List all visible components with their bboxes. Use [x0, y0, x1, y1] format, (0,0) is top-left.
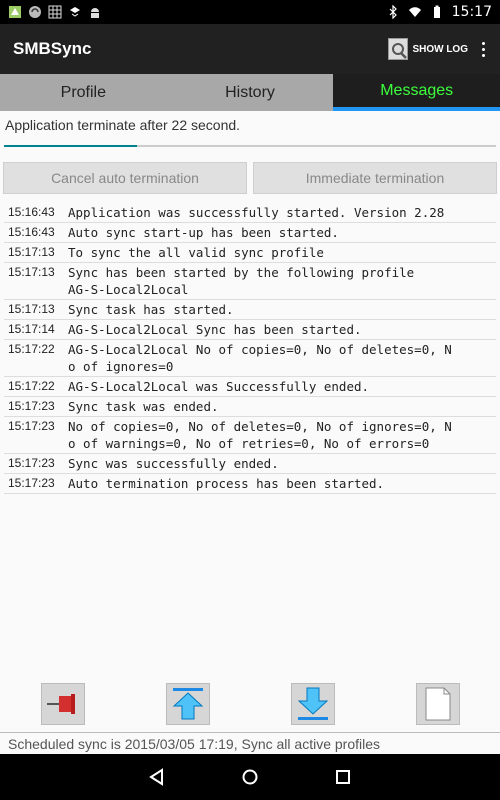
wifi-icon — [408, 7, 421, 17]
log-message: Sync has been started by the following p… — [68, 265, 415, 297]
log-time: 15:17:22 — [8, 342, 55, 356]
scroll-bottom-button[interactable] — [290, 683, 335, 725]
recents-button[interactable] — [331, 765, 355, 789]
log-row: 15:17:13 To sync the all valid sync profi… — [4, 243, 496, 263]
status-bar: 15:17 — [0, 0, 500, 24]
progress-fill — [4, 145, 137, 147]
android-icon — [91, 8, 99, 18]
log-time: 15:17:22 — [8, 379, 55, 393]
immediate-termination-button[interactable]: Immediate termination — [253, 162, 497, 194]
log-time: 15:17:23 — [8, 476, 55, 490]
log-message: Sync task was ended. — [68, 399, 219, 414]
log-row: 15:17:13 Sync task has started. — [4, 300, 496, 320]
blank-document-icon — [425, 687, 450, 721]
log-message: Sync was successfully ended. — [68, 456, 279, 471]
scroll-bottom-icon — [297, 687, 328, 720]
log-message: No of copies=0, No of deletes=0, No of i… — [68, 419, 452, 451]
sync-icon — [29, 6, 41, 18]
back-button[interactable] — [145, 765, 169, 789]
log-time: 15:17:23 — [8, 419, 55, 433]
home-button[interactable] — [238, 765, 262, 789]
termination-message: Application terminate after 22 second. — [5, 117, 241, 133]
log-message: Auto termination process has been starte… — [68, 476, 385, 491]
termination-buttons: Cancel auto termination Immediate termin… — [3, 162, 497, 194]
log-row: 15:16:43 Application was successfully sta… — [4, 203, 496, 223]
notification-icons — [0, 5, 102, 19]
log-row: 15:17:22 AG-S-Local2Local was Successfull… — [4, 377, 496, 397]
app-icon — [9, 6, 21, 18]
clock: 15:17 — [451, 4, 492, 20]
log-time: 15:17:23 — [8, 456, 55, 470]
pin-button[interactable] — [40, 683, 85, 725]
bluetooth-icon — [389, 5, 397, 19]
cancel-auto-termination-button[interactable]: Cancel auto termination — [3, 162, 247, 194]
log-row: 15:16:43 Auto sync start-up has been star… — [4, 223, 496, 243]
magnifier-icon — [388, 38, 409, 60]
log-time: 15:17:14 — [8, 322, 55, 336]
log-row: 15:17:23 No of copies=0, No of deletes=0,… — [4, 417, 496, 454]
log-message: AG-S-Local2Local No of copies=0, No of d… — [68, 342, 452, 374]
log-row: 15:17:14 AG-S-Local2Local Sync has been s… — [4, 320, 496, 340]
pin-icon — [46, 694, 75, 714]
scheduled-sync-status: Scheduled sync is 2015/03/05 17:19, Sync… — [0, 732, 500, 754]
log-time: 15:17:13 — [8, 245, 55, 259]
log-message: Application was successfully started. Ve… — [68, 205, 445, 220]
tab-profile[interactable]: Profile — [0, 74, 167, 111]
log-time: 15:16:43 — [8, 205, 55, 219]
scroll-top-icon — [172, 688, 203, 720]
log-message: To sync the all valid sync profile — [68, 245, 324, 260]
log-time: 15:16:43 — [8, 225, 55, 239]
bottom-toolbar — [0, 680, 500, 728]
log-row: 15:17:13 Sync has been started by the fol… — [4, 263, 496, 300]
blank-document-button[interactable] — [415, 683, 460, 725]
navigation-bar — [0, 754, 500, 800]
log-time: 15:17:13 — [8, 302, 55, 316]
home-icon — [242, 769, 258, 785]
tab-bar: Profile History Messages — [0, 74, 500, 111]
log-time: 15:17:23 — [8, 399, 55, 413]
back-icon — [148, 768, 163, 786]
grid-icon — [48, 5, 62, 19]
scroll-top-button[interactable] — [165, 683, 210, 725]
log-message: AG-S-Local2Local Sync has been started. — [68, 322, 362, 337]
log-row: 15:17:22 AG-S-Local2Local No of copies=0,… — [4, 340, 496, 377]
log-row: 15:17:23 Auto termination process has bee… — [4, 474, 496, 494]
message-log[interactable]: 15:16:43 Application was successfully sta… — [4, 203, 496, 494]
log-time: 15:17:13 — [8, 265, 55, 279]
log-row: 15:17:23 Sync task was ended. — [4, 397, 496, 417]
dropbox-icon — [70, 7, 80, 17]
action-bar: SMBSync SHOW LOG — [0, 24, 500, 74]
overflow-menu-icon[interactable] — [472, 41, 494, 57]
log-row: 15:17:23 Sync was successfully ended. — [4, 454, 496, 474]
app-title: SMBSync — [13, 39, 92, 58]
battery-icon — [433, 5, 440, 18]
tab-history[interactable]: History — [167, 74, 334, 111]
log-message: AG-S-Local2Local was Successfully ended. — [68, 379, 370, 394]
log-message: Auto sync start-up has been started. — [68, 225, 339, 240]
log-message: Sync task has started. — [68, 302, 234, 317]
tab-messages[interactable]: Messages — [333, 74, 500, 111]
show-log-label: SHOW LOG — [412, 43, 468, 55]
show-log-button[interactable]: SHOW LOG — [388, 38, 472, 60]
recents-icon — [336, 770, 351, 784]
termination-progress — [4, 145, 496, 147]
